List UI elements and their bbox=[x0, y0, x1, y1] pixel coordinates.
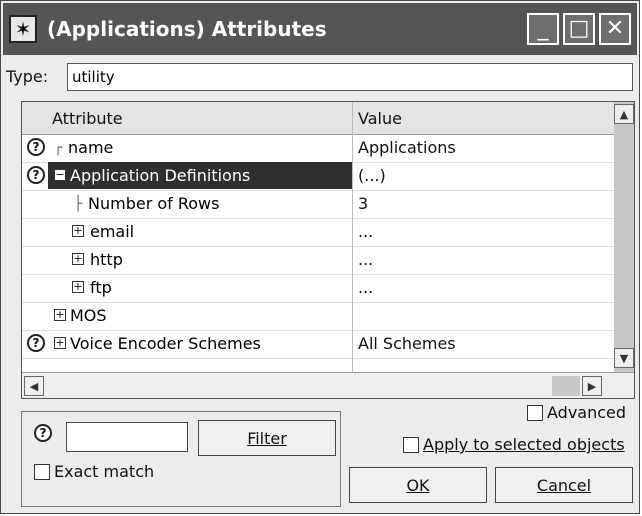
scroll-track[interactable] bbox=[552, 376, 580, 396]
close-button[interactable]: ✕ bbox=[599, 13, 631, 45]
expand-icon[interactable]: + bbox=[72, 281, 84, 293]
table-header: Attribute Value bbox=[22, 102, 614, 135]
table-row[interactable]: ? ┌ name Applications bbox=[22, 134, 614, 163]
table-row[interactable]: + email ... bbox=[22, 218, 614, 247]
attribute-name: name bbox=[68, 138, 114, 157]
cancel-button[interactable]: Cancel bbox=[495, 467, 633, 503]
attribute-cell: + email bbox=[48, 218, 352, 245]
ok-button-label: OK bbox=[406, 475, 430, 495]
close-icon: ✕ bbox=[605, 16, 625, 41]
attribute-table: Attribute Value ? ┌ name Applications ? … bbox=[21, 101, 635, 399]
type-label: Type: bbox=[6, 67, 49, 86]
attribute-name: Application Definitions bbox=[70, 166, 251, 185]
attribute-value[interactable]: ... bbox=[358, 222, 373, 241]
scroll-down-icon[interactable]: ▼ bbox=[614, 348, 634, 368]
collapse-icon[interactable]: − bbox=[54, 169, 66, 181]
column-header-attribute[interactable]: Attribute bbox=[52, 109, 123, 128]
attribute-value[interactable]: Applications bbox=[358, 138, 456, 157]
maximize-button[interactable]: □ bbox=[563, 13, 595, 45]
advanced-label[interactable]: Advanced bbox=[547, 403, 626, 422]
minimize-icon: _ bbox=[537, 16, 549, 41]
window-title: (Applications) Attributes bbox=[47, 17, 327, 41]
filter-help-icon[interactable]: ? bbox=[34, 424, 52, 442]
attribute-value[interactable]: 3 bbox=[358, 194, 368, 213]
attribute-cell: + http bbox=[48, 246, 352, 273]
tree-line: ┌ bbox=[54, 140, 63, 156]
help-icon[interactable]: ? bbox=[27, 166, 45, 184]
attribute-cell: + MOS bbox=[48, 302, 352, 329]
attribute-name: email bbox=[90, 222, 135, 241]
help-icon[interactable]: ? bbox=[27, 138, 45, 156]
attribute-cell: ├ Number of Rows bbox=[48, 190, 352, 217]
horizontal-scrollbar[interactable]: ◀ ▶ bbox=[22, 372, 634, 398]
advanced-checkbox[interactable] bbox=[527, 405, 543, 421]
vertical-scrollbar[interactable]: ▲ ▼ bbox=[614, 102, 634, 372]
ok-button[interactable]: OK bbox=[349, 467, 487, 503]
table-row[interactable]: ├ Number of Rows 3 bbox=[22, 190, 614, 219]
apply-selected-checkbox[interactable] bbox=[403, 437, 419, 453]
cancel-button-label: Cancel bbox=[536, 475, 592, 495]
help-icon[interactable]: ? bbox=[27, 334, 45, 352]
scroll-right-icon[interactable]: ▶ bbox=[582, 376, 602, 396]
filter-panel: ? Filter Exact match bbox=[21, 411, 341, 507]
exact-match-label[interactable]: Exact match bbox=[54, 462, 154, 481]
title-bar[interactable]: ✶ (Applications) Attributes _ □ ✕ bbox=[3, 3, 637, 55]
table-row[interactable]: + http ... bbox=[22, 246, 614, 275]
tree-line: ├ bbox=[74, 196, 83, 212]
attribute-name: Voice Encoder Schemes bbox=[70, 334, 261, 353]
expand-icon[interactable]: + bbox=[54, 337, 66, 349]
expand-icon[interactable]: + bbox=[72, 225, 84, 237]
filter-button[interactable]: Filter bbox=[198, 420, 336, 456]
filter-button-label: Filter bbox=[247, 428, 287, 448]
type-field[interactable]: utility bbox=[67, 63, 633, 91]
minimize-button[interactable]: _ bbox=[527, 13, 559, 45]
table-row[interactable]: + ftp ... bbox=[22, 274, 614, 303]
maximize-icon: □ bbox=[568, 16, 590, 41]
filter-input[interactable] bbox=[66, 422, 188, 452]
attribute-value[interactable]: ... bbox=[358, 250, 373, 269]
expand-icon[interactable]: + bbox=[72, 253, 84, 265]
attribute-name: http bbox=[90, 250, 123, 269]
attribute-cell: + Voice Encoder Schemes bbox=[48, 330, 352, 357]
attribute-name: Number of Rows bbox=[88, 194, 220, 213]
scroll-left-icon[interactable]: ◀ bbox=[24, 376, 44, 396]
attribute-value[interactable]: All Schemes bbox=[358, 334, 456, 353]
apply-selected-text: Apply to selected objects bbox=[423, 435, 625, 454]
attribute-value[interactable]: (...) bbox=[358, 166, 386, 185]
exact-match-checkbox[interactable] bbox=[34, 464, 50, 480]
app-star-icon: ✶ bbox=[9, 15, 37, 43]
column-divider[interactable] bbox=[352, 102, 353, 372]
attribute-cell: − Application Definitions bbox=[48, 162, 352, 189]
attribute-cell: ┌ name bbox=[48, 134, 352, 161]
table-row[interactable]: ? + Voice Encoder Schemes All Schemes bbox=[22, 330, 614, 359]
table-row[interactable]: ? − Application Definitions (...) bbox=[22, 162, 614, 191]
apply-selected-label[interactable]: Apply to selected objects bbox=[423, 435, 625, 454]
attributes-dialog: ✶ (Applications) Attributes _ □ ✕ Type: … bbox=[0, 0, 640, 514]
column-header-value[interactable]: Value bbox=[358, 109, 402, 128]
scroll-up-icon[interactable]: ▲ bbox=[614, 104, 634, 124]
table-row[interactable]: + MOS bbox=[22, 302, 614, 331]
attribute-cell: + ftp bbox=[48, 274, 352, 301]
attribute-value[interactable]: ... bbox=[358, 278, 373, 297]
attribute-name: MOS bbox=[70, 306, 107, 325]
attribute-name: ftp bbox=[90, 278, 112, 297]
expand-icon[interactable]: + bbox=[54, 309, 66, 321]
